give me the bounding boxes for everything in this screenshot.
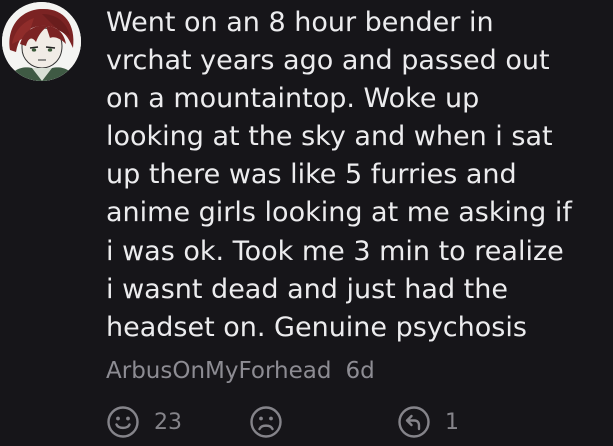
reply-count: 1	[445, 409, 459, 435]
smile-face-icon	[107, 406, 139, 438]
comment-line: headset on. Genuine psychosis	[106, 311, 527, 343]
comment-line: Went on an 8 hour bender in	[106, 7, 494, 38]
comment-line: on a mountaintop. Woke up	[106, 83, 480, 115]
comment-line: looking at the sky and when i sat	[106, 121, 553, 153]
avatar[interactable]	[2, 2, 81, 81]
comment-text: Went on an 8 hour bender in vrchat years…	[106, 4, 613, 347]
comment-line: anime girls looking at me asking if	[106, 197, 572, 229]
comment-meta: ArbusOnMyForhead 6d	[106, 356, 375, 386]
comment-line: vrchat years ago and passed out	[106, 45, 550, 77]
comment-line: i was ok. Took me 3 min to realize	[106, 235, 564, 267]
comment-line: i wasnt dead and just had the	[106, 273, 508, 305]
comment-line: up there was like 5 furries and	[106, 159, 517, 191]
author-name[interactable]: ArbusOnMyForhead	[106, 358, 331, 384]
comment-actions: 23 1	[0, 405, 613, 446]
avatar-drawing	[2, 2, 81, 81]
reply-arrow-icon	[398, 406, 430, 438]
dislike-button[interactable]	[249, 405, 283, 439]
reply-button[interactable]: 1	[397, 405, 459, 439]
like-button[interactable]: 23	[106, 405, 182, 439]
comment-age: 6d	[345, 358, 375, 384]
like-count: 23	[154, 409, 182, 435]
frown-face-icon	[250, 406, 282, 438]
